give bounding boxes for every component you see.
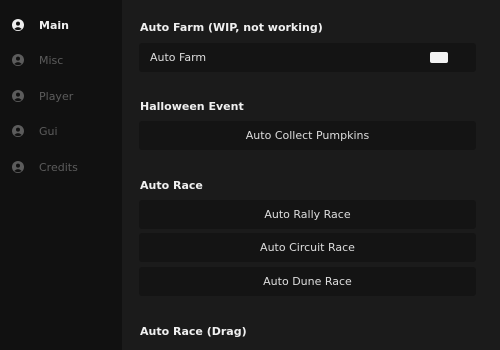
sidebar-item-main[interactable]: Main bbox=[0, 10, 122, 40]
sidebar-item-label: Misc bbox=[39, 53, 64, 67]
sidebar-item-misc[interactable]: Misc bbox=[0, 45, 122, 75]
sidebar-item-gui[interactable]: Gui bbox=[0, 116, 122, 146]
sidebar-item-label: Player bbox=[39, 89, 74, 103]
user-icon bbox=[12, 161, 24, 173]
section-title-halloween: Halloween Event bbox=[140, 100, 244, 113]
user-icon bbox=[12, 125, 24, 137]
auto-farm-label: Auto Farm bbox=[150, 51, 207, 64]
main-panel[interactable]: Auto Farm (WIP, not working) Auto Farm H… bbox=[122, 0, 500, 350]
button-label: Auto Rally Race bbox=[264, 208, 351, 221]
auto-farm-toggle-row[interactable]: Auto Farm bbox=[139, 43, 476, 72]
auto-dune-race-button[interactable]: Auto Dune Race bbox=[139, 267, 476, 296]
user-icon bbox=[12, 90, 24, 102]
sidebar: Main Misc Player Gui Credits bbox=[0, 0, 122, 350]
sidebar-item-label: Main bbox=[39, 18, 69, 32]
button-label: Auto Dune Race bbox=[263, 275, 352, 288]
button-label: Auto Circuit Race bbox=[260, 241, 355, 254]
sidebar-item-credits[interactable]: Credits bbox=[0, 152, 122, 182]
sidebar-item-player[interactable]: Player bbox=[0, 81, 122, 111]
window: Main Misc Player Gui Credits Auto Farm (… bbox=[0, 0, 500, 350]
sidebar-item-label: Gui bbox=[39, 124, 58, 138]
button-label: Auto Collect Pumpkins bbox=[245, 129, 370, 142]
auto-circuit-race-button[interactable]: Auto Circuit Race bbox=[139, 233, 476, 262]
auto-rally-race-button[interactable]: Auto Rally Race bbox=[139, 200, 476, 229]
user-icon bbox=[12, 54, 24, 66]
section-title-auto-race: Auto Race bbox=[140, 179, 203, 192]
auto-farm-toggle[interactable] bbox=[430, 52, 448, 63]
sidebar-item-label: Credits bbox=[39, 160, 78, 174]
section-title-auto-farm: Auto Farm (WIP, not working) bbox=[140, 21, 323, 34]
auto-collect-pumpkins-button[interactable]: Auto Collect Pumpkins bbox=[139, 121, 476, 150]
user-icon bbox=[12, 19, 24, 31]
section-title-auto-race-drag: Auto Race (Drag) bbox=[140, 325, 247, 338]
